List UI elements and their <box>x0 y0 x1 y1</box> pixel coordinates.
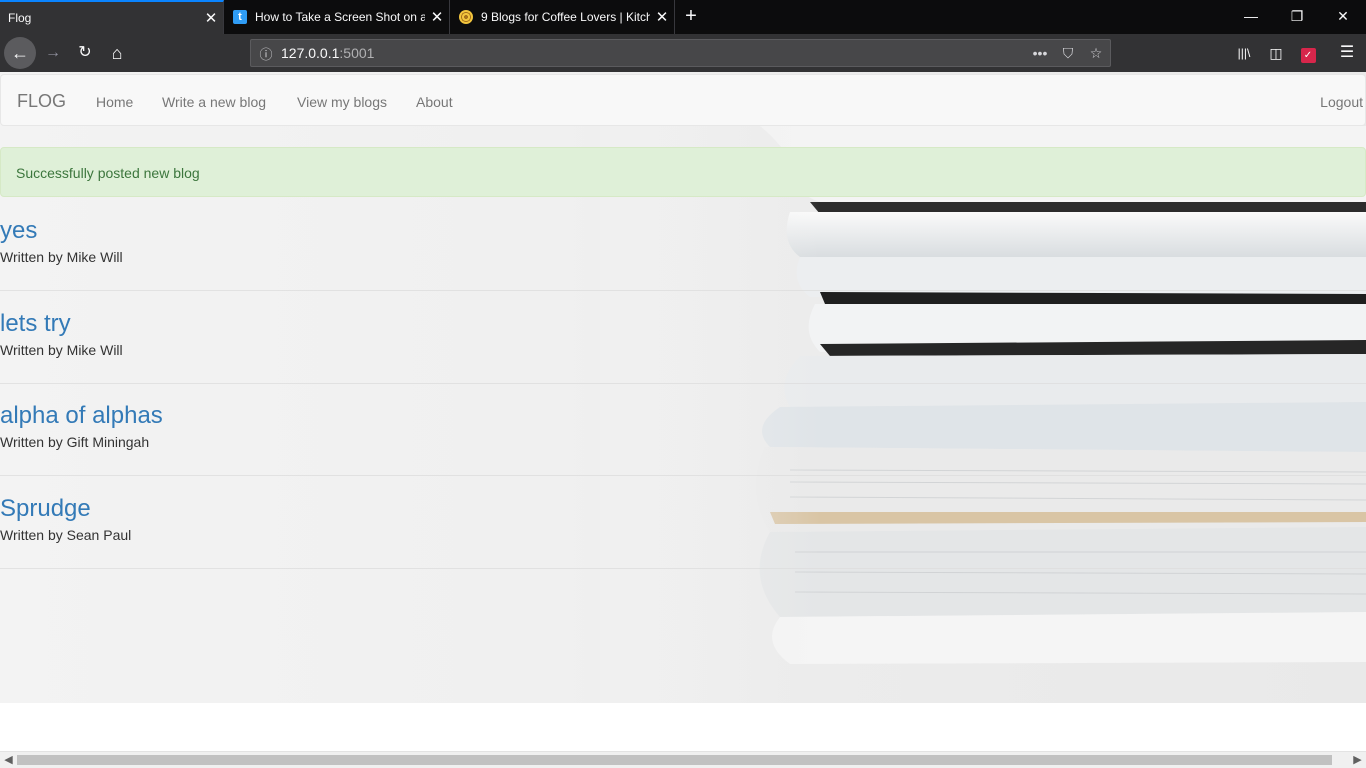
post-title-link[interactable]: yes <box>0 218 1366 244</box>
pocket-extension-icon: ✓ <box>1300 48 1316 63</box>
back-button[interactable]: ← <box>4 37 36 69</box>
new-tab-button[interactable]: + <box>678 4 704 30</box>
post-author: Written by Mike Will <box>0 342 123 358</box>
close-window-button[interactable]: ✕ <box>1320 0 1366 34</box>
horizontal-scrollbar[interactable]: ◀ ▶ <box>0 751 1366 768</box>
tab-coffee-blogs[interactable]: 9 Blogs for Coffee Lovers | Kitch ✕ <box>451 0 675 34</box>
success-alert: Successfully posted new blog <box>0 147 1366 197</box>
post-divider <box>0 290 1366 291</box>
url-host: 127.0.0.1 <box>281 45 340 61</box>
url-port: :5001 <box>339 45 375 61</box>
post-item: alpha of alphas Written by Gift Miningah <box>0 403 1366 451</box>
tab-flog[interactable]: Flog ✕ <box>0 0 224 34</box>
page-viewport: FLOG Home Write a new blog View my blogs… <box>0 72 1366 751</box>
home-button[interactable]: ⌂ <box>102 38 132 68</box>
post-item: lets try Written by Mike Will <box>0 311 1366 359</box>
post-title-link[interactable]: alpha of alphas <box>0 403 1366 429</box>
site-info-icon[interactable]: ⓘ <box>251 44 281 63</box>
menu-icon[interactable]: ☰ <box>1332 38 1362 68</box>
logout-link[interactable]: Logout <box>1320 94 1363 110</box>
post-item: yes Written by Mike Will <box>0 218 1366 266</box>
pocket-extension-button[interactable]: ✓ <box>1293 38 1323 68</box>
post-author: Written by Gift Miningah <box>0 434 150 450</box>
brand-logo[interactable]: FLOG <box>17 91 66 112</box>
sidebar-icon[interactable]: ◫ <box>1261 38 1291 68</box>
restore-button[interactable]: ❐ <box>1274 0 1320 34</box>
library-icon[interactable]: |||\ <box>1229 38 1259 68</box>
post-item: Sprudge Written by Sean Paul <box>0 496 1366 544</box>
post-author: Written by Mike Will <box>0 249 123 265</box>
scroll-right-icon[interactable]: ▶ <box>1349 753 1366 768</box>
nav-write-blog[interactable]: Write a new blog <box>162 94 266 110</box>
scrollbar-thumb[interactable] <box>17 755 1332 765</box>
nav-about[interactable]: About <box>416 94 453 110</box>
post-divider <box>0 475 1366 476</box>
browser-toolbar: ← → ↻ ⌂ ⓘ 127.0.0.1 :5001 ••• ⛉ ☆ |||\ ◫… <box>0 34 1366 72</box>
scroll-left-icon[interactable]: ◀ <box>0 753 17 768</box>
minimize-button[interactable]: — <box>1228 0 1274 34</box>
post-author: Written by Sean Paul <box>0 527 132 543</box>
site-navbar: FLOG Home Write a new blog View my blogs… <box>0 74 1366 126</box>
hero-background: FLOG Home Write a new blog View my blogs… <box>0 72 1366 703</box>
post-divider <box>0 568 1366 569</box>
tab-title: How to Take a Screen Shot on a <box>255 10 425 24</box>
page-actions-icon[interactable]: ••• <box>1026 45 1054 62</box>
kitchn-favicon-icon <box>459 10 473 24</box>
nav-view-blogs[interactable]: View my blogs <box>297 94 387 110</box>
post-title-link[interactable]: Sprudge <box>0 496 1366 522</box>
tab-screenshot-article[interactable]: t How to Take a Screen Shot on a ✕ <box>225 0 450 34</box>
close-tab-icon[interactable]: ✕ <box>199 9 223 27</box>
pocket-icon[interactable]: ⛉ <box>1054 45 1082 62</box>
tab-title: 9 Blogs for Coffee Lovers | Kitch <box>481 10 650 24</box>
reload-button[interactable]: ↻ <box>70 38 100 68</box>
close-tab-icon[interactable]: ✕ <box>650 8 674 26</box>
post-divider <box>0 383 1366 384</box>
tumblr-favicon-icon: t <box>233 10 247 24</box>
tab-title: Flog <box>8 11 32 25</box>
forward-button[interactable]: → <box>38 38 68 68</box>
bookmark-star-icon[interactable]: ☆ <box>1082 45 1110 62</box>
post-title-link[interactable]: lets try <box>0 311 1366 337</box>
url-bar[interactable]: ⓘ 127.0.0.1 :5001 ••• ⛉ ☆ <box>250 39 1111 67</box>
nav-home[interactable]: Home <box>96 94 133 110</box>
tab-strip: Flog ✕ t How to Take a Screen Shot on a … <box>0 0 1366 34</box>
url-actions: ••• ⛉ ☆ <box>1026 45 1110 62</box>
close-tab-icon[interactable]: ✕ <box>425 8 449 26</box>
